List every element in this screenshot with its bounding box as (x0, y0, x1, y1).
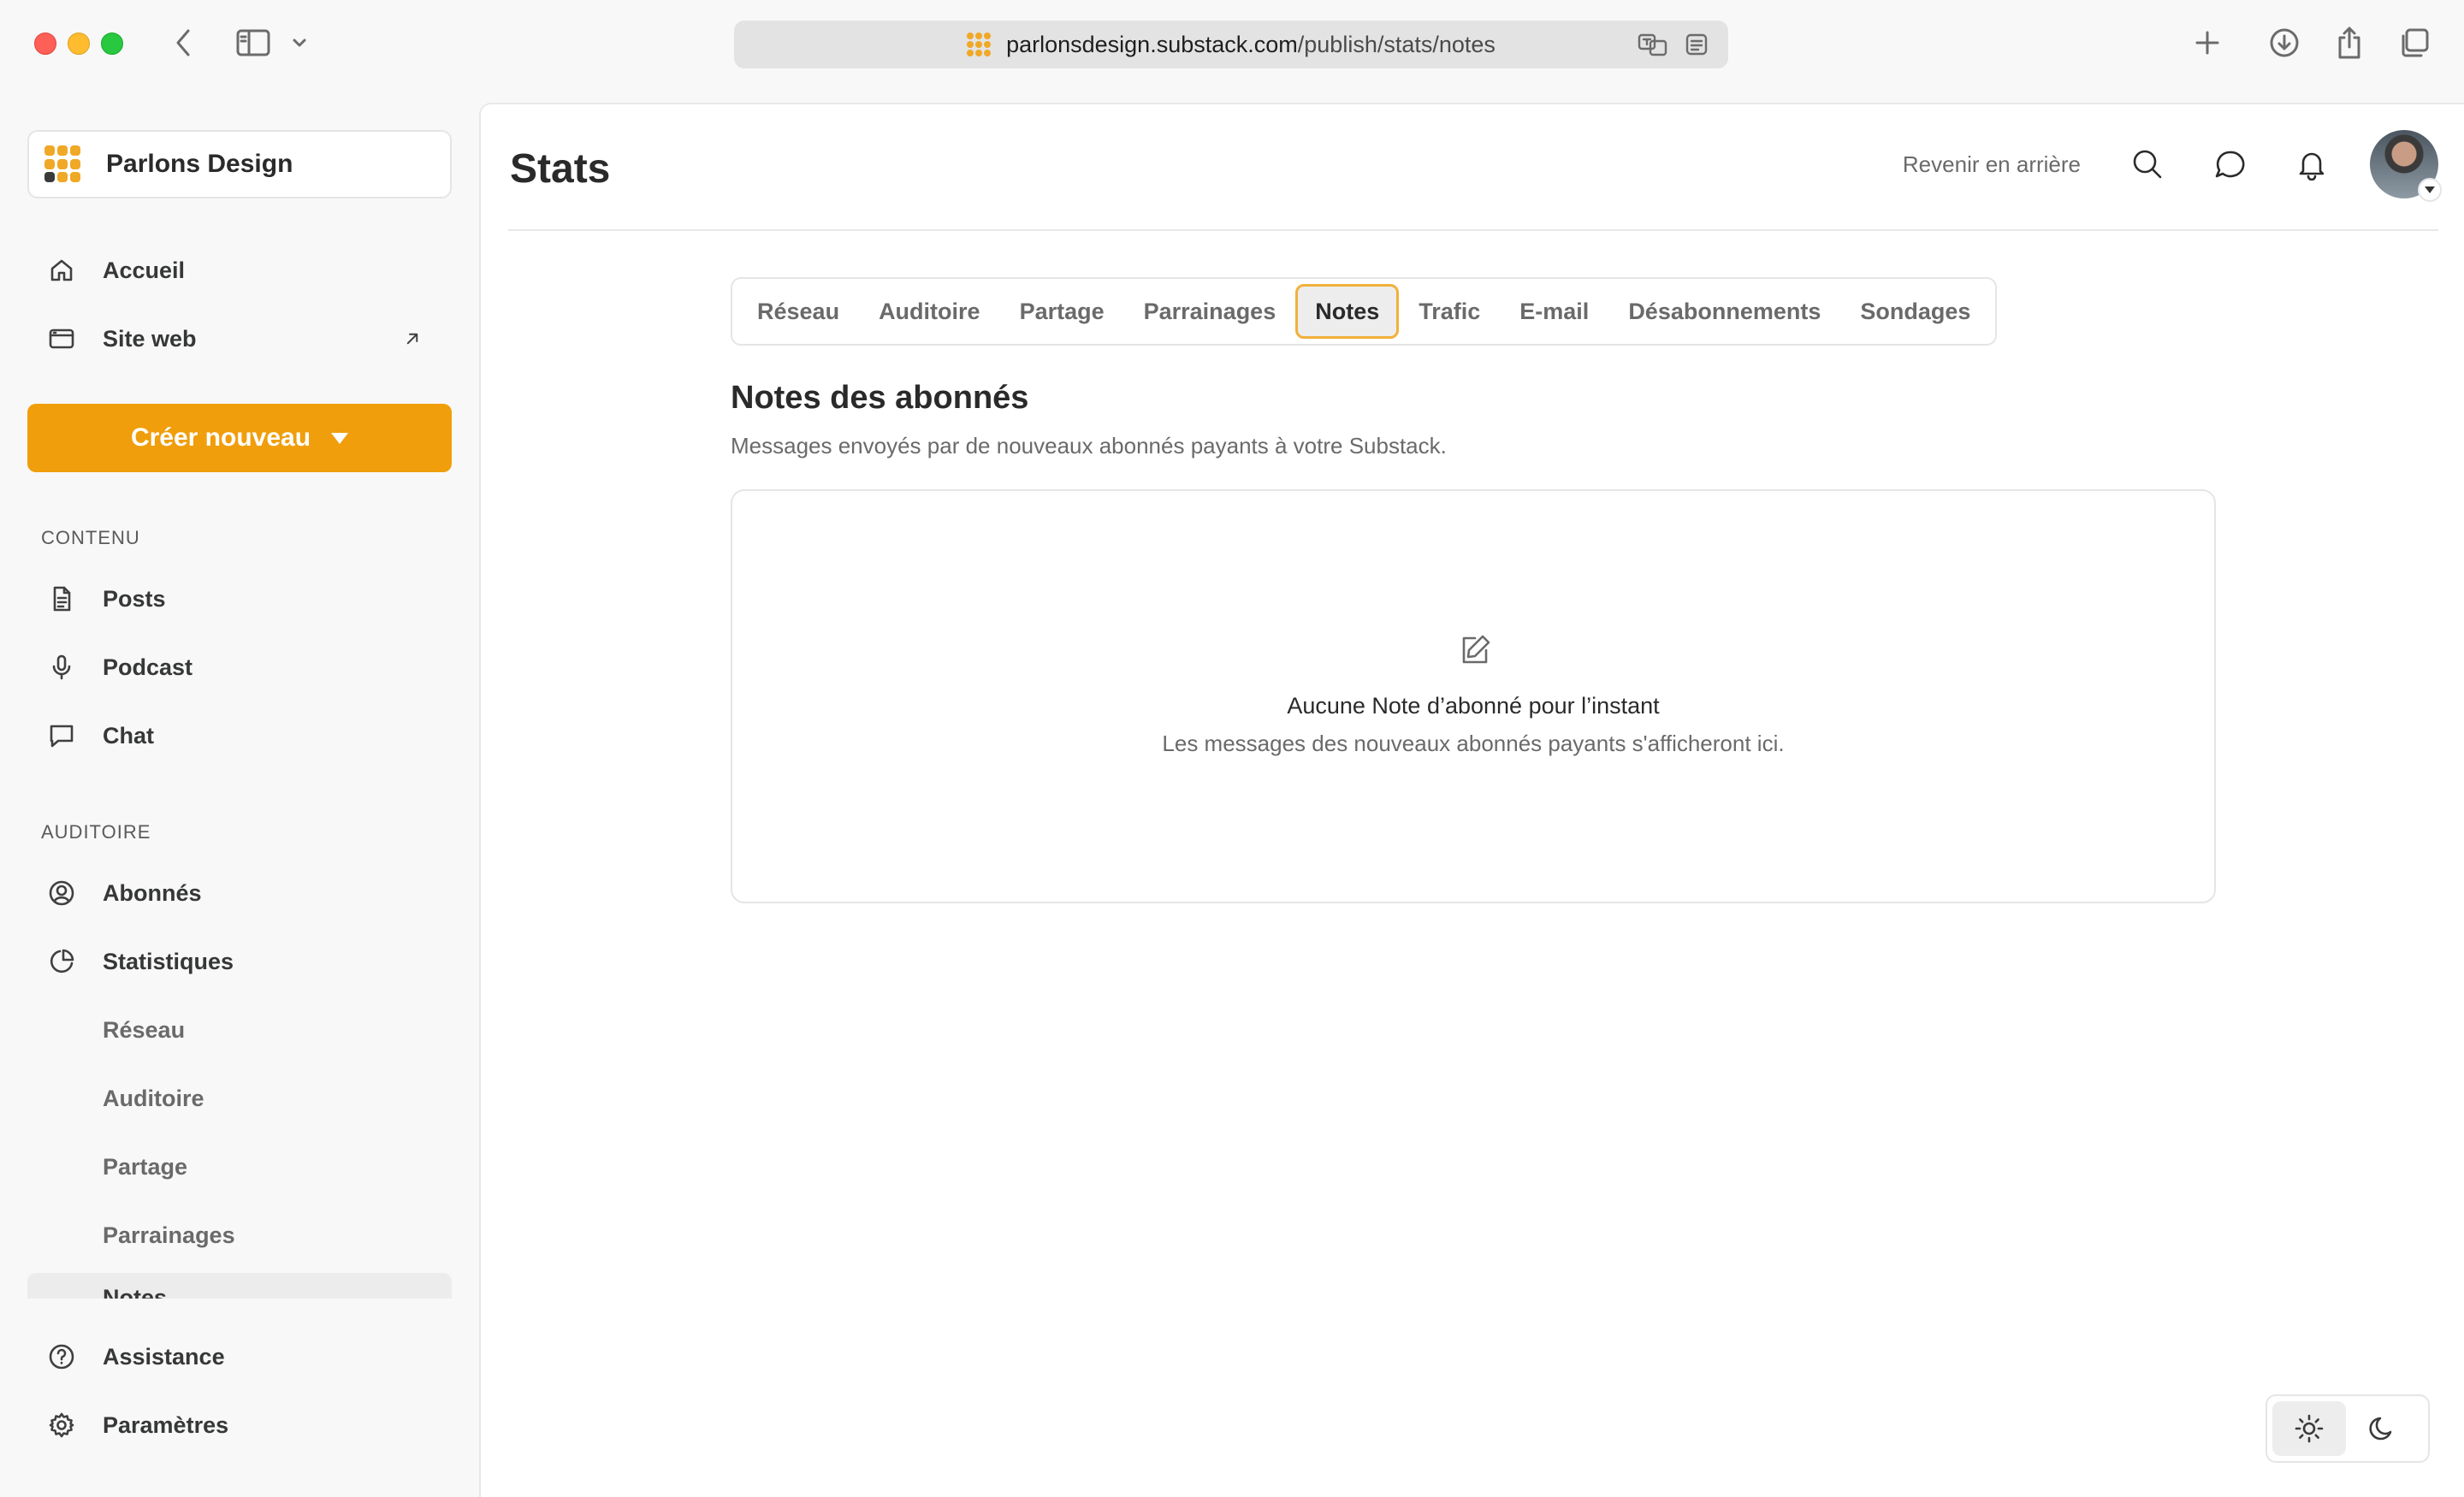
sidebar-item-site-web[interactable]: Site web (27, 311, 452, 366)
dark-mode-button[interactable] (2346, 1401, 2420, 1456)
sidebar-item-assistance[interactable]: Assistance (27, 1329, 452, 1384)
tab-reseau[interactable]: Réseau (737, 284, 859, 339)
tab-trafic[interactable]: Trafic (1399, 284, 1500, 339)
sidebar: Parlons Design Accueil Site web Créer no… (0, 103, 479, 1497)
sidebar-item-label: Statistiques (103, 948, 234, 974)
tab-desabonnements[interactable]: Désabonnements (1608, 284, 1840, 339)
sidebar-subitem-parrainages[interactable]: Parrainages (103, 1210, 235, 1261)
download-icon[interactable] (2267, 26, 2301, 60)
light-mode-button[interactable] (2272, 1401, 2346, 1456)
header-actions: Revenir en arrière (1903, 130, 2442, 202)
empty-state-title: Aucune Note d’abonné pour l’instant (1287, 693, 1660, 719)
sidebar-item-parametres[interactable]: Paramètres (27, 1398, 452, 1453)
sidebar-item-label: Assistance (103, 1343, 225, 1370)
tab-partage[interactable]: Partage (1000, 284, 1124, 339)
avatar[interactable] (2370, 130, 2442, 202)
sidebar-item-label: Site web (103, 325, 197, 352)
edit-note-icon (1458, 633, 1492, 667)
sidebar-item-label: Posts (103, 585, 166, 612)
external-link-icon (395, 322, 429, 356)
sidebar-item-label: Chat (103, 722, 154, 748)
tab-sondages[interactable]: Sondages (1840, 284, 1990, 339)
sun-icon (2295, 1414, 2324, 1443)
avatar-caret-icon (2418, 178, 2442, 202)
sidebar-item-statistiques[interactable]: Statistiques (27, 934, 452, 989)
browser-toolbar: parlonsdesign.substack.com/publish/stats… (0, 0, 2464, 89)
translate-icon[interactable] (1638, 33, 1668, 56)
home-icon (44, 253, 79, 287)
section-label-contenu: CONTENU (41, 527, 140, 548)
header-divider (508, 229, 2438, 231)
publication-logo (44, 145, 82, 183)
create-new-button[interactable]: Créer nouveau (27, 404, 452, 472)
main-panel: Stats Revenir en arrière Réseau Auditoir… (479, 103, 2464, 1497)
caret-down-icon (331, 432, 349, 444)
sidebar-item-accueil[interactable]: Accueil (27, 243, 452, 298)
tab-notes[interactable]: Notes (1295, 284, 1400, 339)
chevron-down-icon[interactable] (289, 34, 310, 51)
sidebar-item-podcast[interactable]: Podcast (27, 640, 452, 695)
create-new-label: Créer nouveau (130, 423, 311, 452)
back-arrow-icon[interactable] (169, 26, 197, 60)
publication-name: Parlons Design (106, 150, 293, 178)
address-bar[interactable]: parlonsdesign.substack.com/publish/stats… (734, 21, 1728, 68)
sidebar-item-abonnes[interactable]: Abonnés (27, 866, 452, 920)
sidebar-item-label: Abonnés (103, 879, 202, 906)
gear-icon (44, 1408, 79, 1442)
pie-chart-icon (44, 944, 79, 979)
sidebar-subitem-partage[interactable]: Partage (103, 1141, 187, 1192)
section-title: Notes des abonnés (731, 380, 1029, 416)
site-favicon-icon (967, 33, 992, 56)
tab-e-mail[interactable]: E-mail (1500, 284, 1608, 339)
sidebar-subitem-notes[interactable]: Notes (27, 1273, 452, 1299)
empty-state-card: Aucune Note d’abonné pour l’instant Les … (731, 489, 2216, 903)
section-subtitle: Messages envoyés par de nouveaux abonnés… (731, 433, 1447, 459)
close-window-button[interactable] (34, 33, 56, 55)
search-icon[interactable] (2123, 140, 2171, 188)
chat-bubble-icon (44, 719, 79, 753)
stats-tabs: Réseau Auditoire Partage Parrainages Not… (731, 277, 1998, 346)
sidebar-subitem-notes-label: Notes (103, 1285, 168, 1299)
tab-parrainages[interactable]: Parrainages (1124, 284, 1296, 339)
minimize-window-button[interactable] (68, 33, 90, 55)
sidebar-item-label: Accueil (103, 257, 186, 283)
bell-icon[interactable] (2288, 140, 2336, 188)
back-link[interactable]: Revenir en arrière (1903, 151, 2081, 178)
section-label-auditoire: AUDITOIRE (41, 821, 151, 843)
url-host: parlonsdesign.substack.com (1006, 31, 1298, 57)
page-title: Stats (510, 146, 611, 192)
sidebar-toggle-icon[interactable] (234, 27, 272, 58)
tab-auditoire[interactable]: Auditoire (859, 284, 1000, 339)
document-icon (44, 582, 79, 616)
zoom-window-button[interactable] (101, 33, 123, 55)
new-tab-plus-icon[interactable] (2190, 26, 2224, 60)
theme-toggle (2266, 1394, 2430, 1463)
chat-bubble-icon[interactable] (2206, 140, 2254, 188)
moon-icon (2369, 1417, 2392, 1441)
sidebar-subitem-reseau[interactable]: Réseau (103, 1004, 185, 1056)
help-circle-icon (44, 1340, 79, 1374)
publication-switcher[interactable]: Parlons Design (27, 130, 452, 198)
reader-icon[interactable] (1684, 33, 1709, 56)
browser-window-icon (44, 322, 79, 356)
sidebar-subitem-auditoire[interactable]: Auditoire (103, 1073, 204, 1124)
user-circle-icon (44, 876, 79, 910)
sidebar-item-label: Podcast (103, 654, 193, 680)
microphone-icon (44, 650, 79, 684)
sidebar-item-label: Paramètres (103, 1411, 229, 1438)
share-icon[interactable] (2332, 24, 2366, 62)
sidebar-item-posts[interactable]: Posts (27, 571, 452, 626)
empty-state-subtitle: Les messages des nouveaux abonnés payant… (1162, 731, 1785, 756)
sidebar-item-chat[interactable]: Chat (27, 708, 452, 763)
url-path: /publish/stats/notes (1297, 31, 1496, 57)
tab-overview-icon[interactable] (2397, 26, 2431, 60)
